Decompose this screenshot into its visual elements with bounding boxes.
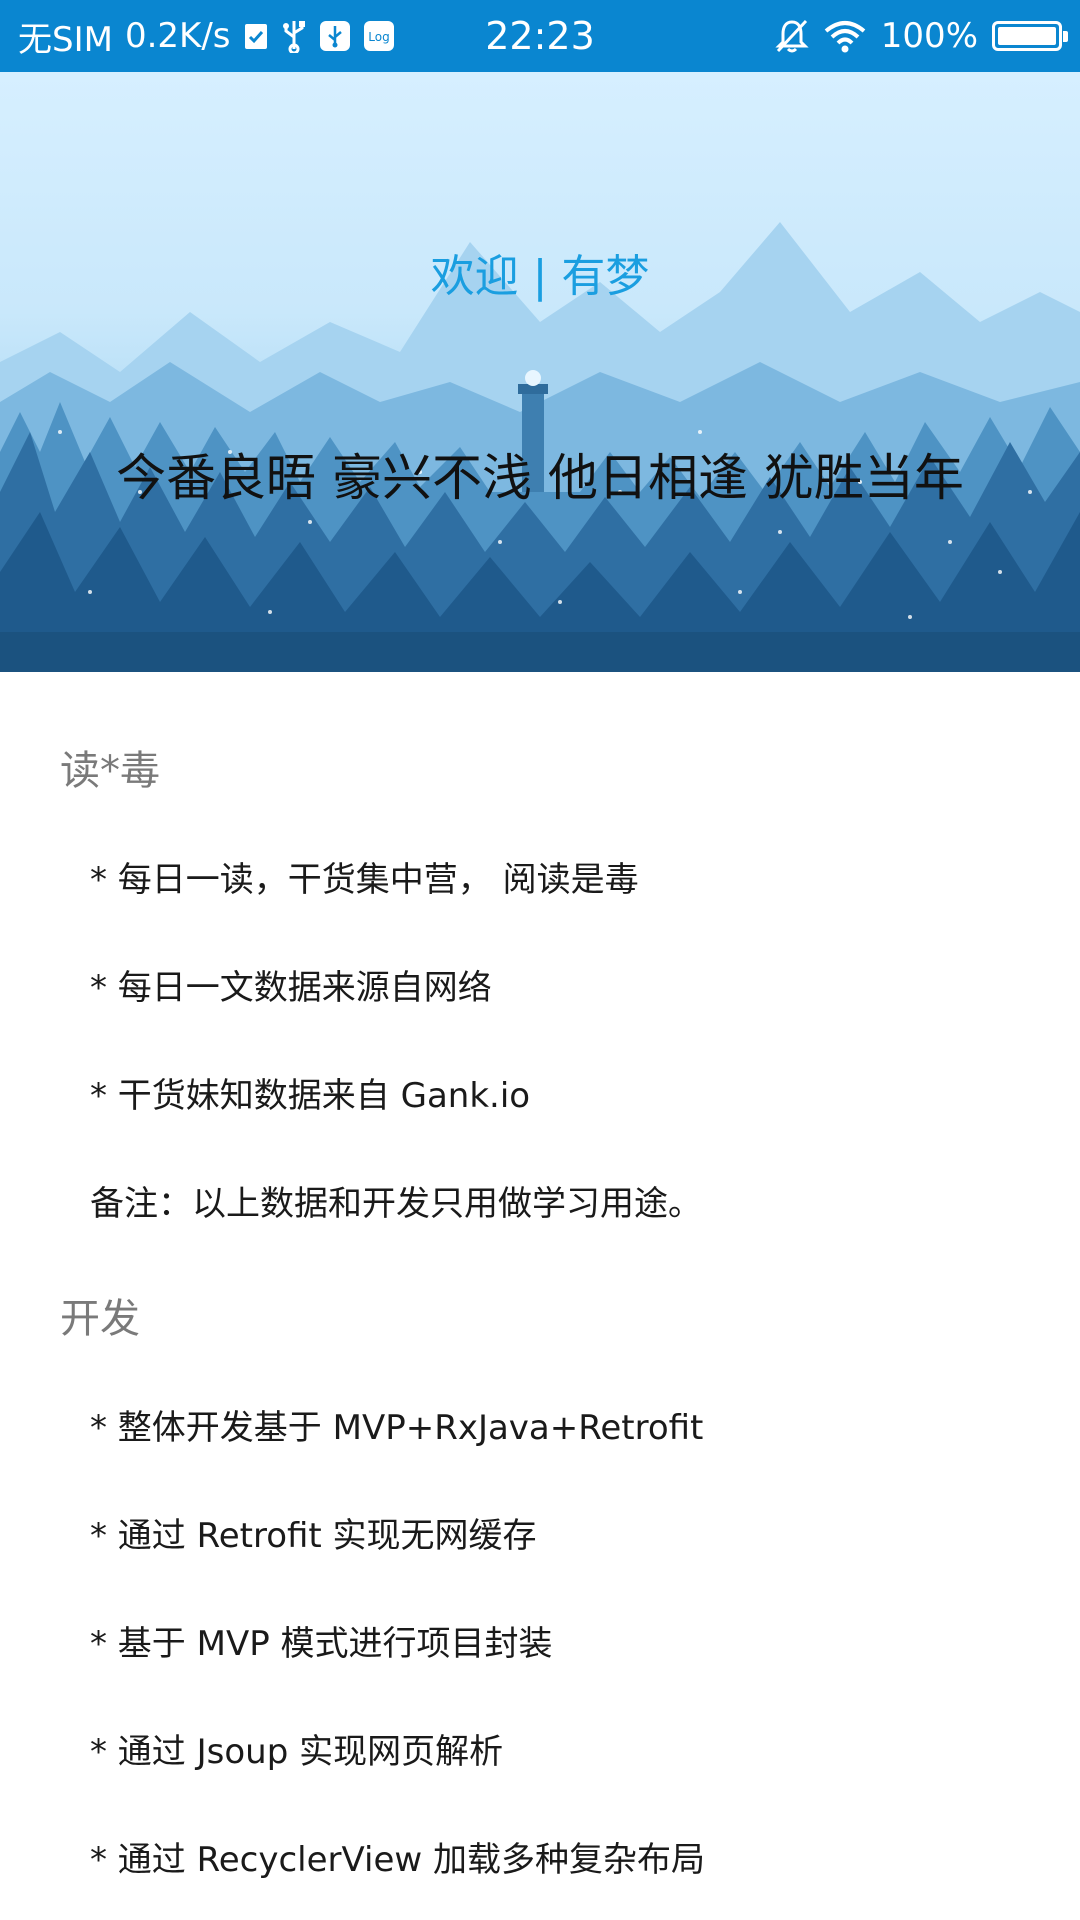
list-item: * 每日一读，干货集中营， 阅读是毒 — [90, 860, 639, 900]
welcome-title: 欢迎 | 有梦 — [430, 251, 650, 302]
header-banner: 欢迎 | 有梦 今番良晤 豪兴不浅 他日相逢 犹胜当年 — [0, 72, 1080, 672]
list-item: * 通过 RecyclerView 加载多种复杂布局 — [90, 1840, 705, 1880]
list-item: * 通过 Retrofit 实现无网缓存 — [90, 1516, 537, 1556]
list-item: * 整体开发基于 MVP+RxJava+Retrofit — [90, 1408, 704, 1448]
wifi-icon — [823, 19, 867, 53]
note-text: 备注：以上数据和开发只用做学习用途。 — [90, 1184, 702, 1224]
list-item: * 干货妹知数据来自 Gank.io — [90, 1076, 531, 1116]
section-title-development: 开发 — [60, 1296, 140, 1342]
list-item: * 基于 MVP 模式进行项目封装 — [90, 1624, 553, 1664]
list-item: * 每日一文数据来源自网络 — [90, 968, 492, 1008]
list-item: * 通过 Jsoup 实现网页解析 — [90, 1732, 504, 1772]
battery-percent: 100% — [880, 16, 978, 56]
mountain-landscape-illustration — [0, 222, 1080, 672]
status-bar-right: 100% — [775, 0, 1068, 72]
mute-bell-icon — [775, 18, 809, 54]
section-title-reading: 读*毒 — [60, 748, 160, 794]
battery-icon — [992, 21, 1068, 51]
status-bar: 无SIM 0.2K/s Log 22:23 100% — [0, 0, 1080, 72]
poem-text: 今番良晤 豪兴不浅 他日相逢 犹胜当年 — [116, 449, 964, 507]
